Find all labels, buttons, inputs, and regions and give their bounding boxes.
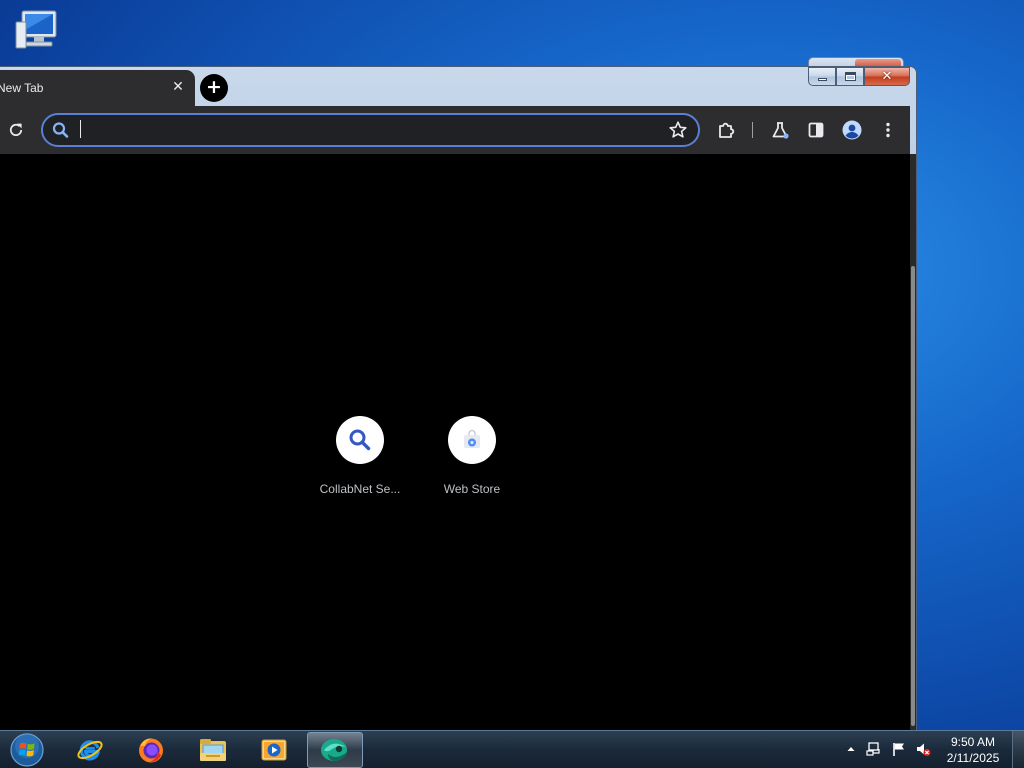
tab-close-icon[interactable]: ✕ (170, 78, 186, 96)
more-menu-icon[interactable] (876, 118, 900, 142)
taskbar-internet-explorer[interactable] (62, 732, 118, 768)
taskbar-clock[interactable]: 9:50 AM 2/11/2025 (938, 734, 1008, 766)
taskbar: 9:50 AM 2/11/2025 (0, 730, 1024, 768)
volume-muted-icon[interactable] (915, 741, 931, 757)
search-icon (52, 122, 69, 138)
page-scrollbar[interactable] (910, 154, 916, 730)
shortcut-label: CollabNet Se... (319, 482, 401, 496)
new-tab-button[interactable]: + (200, 74, 228, 102)
text-caret (80, 120, 81, 138)
shortcut-web-store[interactable]: Web Store (416, 416, 528, 496)
web-store-icon (464, 429, 480, 448)
bookmark-star-icon[interactable] (667, 119, 689, 141)
side-panel-icon[interactable] (804, 118, 828, 142)
network-icon[interactable] (866, 741, 882, 757)
extensions-icon[interactable] (715, 118, 739, 142)
taskbar-media-player[interactable] (246, 732, 302, 768)
new-tab-page: CollabNet Se... Web Store (0, 154, 910, 730)
scroll-thumb[interactable] (911, 266, 915, 726)
start-button[interactable] (7, 732, 47, 768)
labs-flask-icon[interactable] (768, 118, 792, 142)
windows-start-icon (10, 733, 44, 767)
taskbar-browser-active[interactable] (307, 732, 363, 768)
clock-date: 2/11/2025 (946, 751, 1000, 765)
media-player-icon (261, 739, 287, 761)
taskbar-firefox[interactable] (123, 732, 179, 768)
show-desktop-button[interactable] (1012, 731, 1024, 768)
internet-explorer-icon (77, 740, 103, 761)
search-icon (349, 429, 371, 451)
clock-time: 9:50 AM (950, 735, 996, 749)
taskbar-file-explorer[interactable] (185, 732, 241, 768)
show-hidden-icons-icon[interactable] (843, 741, 859, 757)
address-input[interactable] (79, 119, 659, 141)
file-explorer-icon (200, 739, 226, 761)
shortcut-label: Web Store (443, 482, 501, 496)
computer-icon (15, 10, 57, 49)
tab-new-tab[interactable]: New Tab ✕ (0, 70, 195, 106)
browser-icon (321, 739, 347, 761)
reload-icon[interactable] (6, 120, 26, 140)
shortcut-icon-tile (448, 416, 496, 464)
computer-desktop-icon[interactable] (14, 8, 64, 54)
firefox-icon (139, 738, 163, 763)
shortcut-icon-tile (336, 416, 384, 464)
address-bar[interactable] (41, 113, 700, 147)
tab-title: New Tab (0, 81, 44, 95)
tab-strip: New Tab ✕ + (0, 70, 910, 106)
browser-toolbar (0, 106, 910, 154)
profile-avatar-icon[interactable] (840, 118, 864, 142)
toolbar-separator (752, 122, 753, 138)
shortcut-collabnet[interactable]: CollabNet Se... (304, 416, 416, 496)
action-center-flag-icon[interactable] (891, 741, 907, 757)
